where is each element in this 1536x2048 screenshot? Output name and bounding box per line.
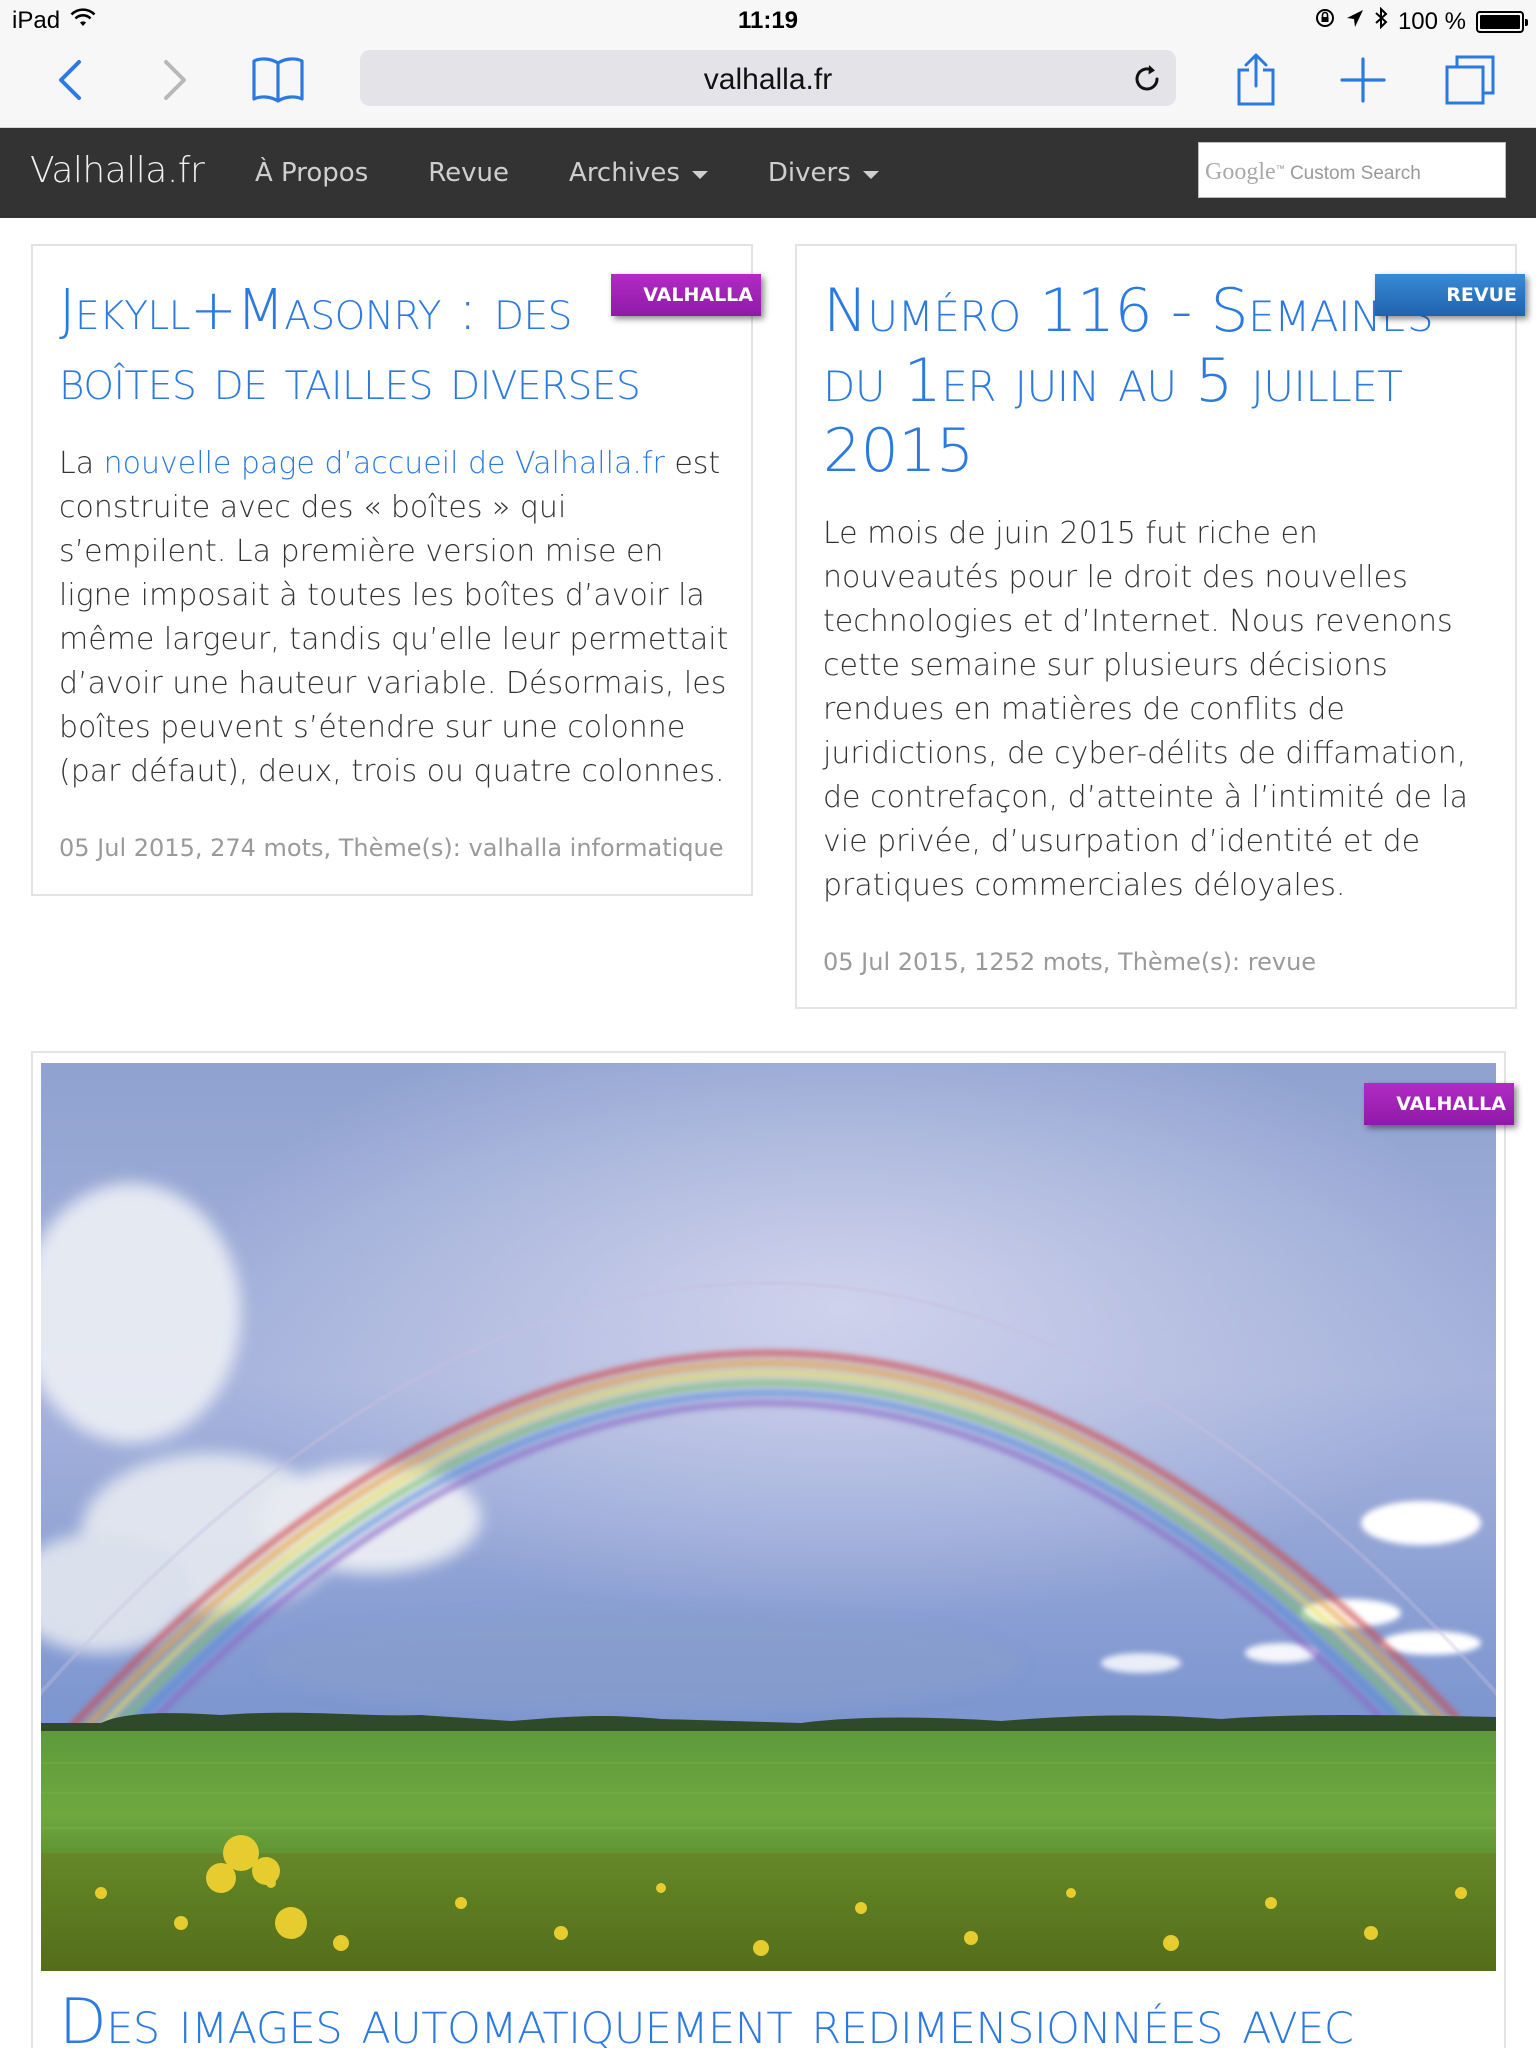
nav-label: Archives: [569, 158, 680, 188]
category-tag[interactable]: REVUE: [1375, 274, 1525, 316]
post-meta: 05 Jul 2015, 1252 mots, Thème(s): revue: [823, 948, 1317, 976]
nav-label: Revue: [428, 158, 510, 188]
new-tab-button[interactable]: [1333, 50, 1393, 110]
post-image-rainbow[interactable]: [41, 1063, 1496, 1971]
site-navbar: Valhalla.fr À Propos Revue Archives Dive…: [0, 128, 1536, 218]
category-tag[interactable]: VALHALLA: [1364, 1083, 1514, 1125]
rotation-lock-icon: [1314, 7, 1336, 36]
book-icon: [252, 57, 304, 103]
nav-item-divers[interactable]: Divers: [768, 158, 879, 188]
nav-links: À Propos Revue Archives Divers: [255, 158, 939, 188]
search-placeholder-text: Custom Search: [1289, 163, 1421, 184]
category-tag[interactable]: VALHALLA: [611, 274, 761, 316]
post-meta: 05 Jul 2015, 274 mots, Thème(s): valhall…: [59, 834, 724, 862]
post-card: VALHALLA Des images automatiquement redi…: [31, 1051, 1514, 2048]
caret-down-icon: [691, 171, 708, 179]
battery-icon: [1476, 10, 1528, 33]
nav-item-a-propos[interactable]: À Propos: [255, 158, 368, 188]
nav-label: Divers: [767, 158, 851, 188]
nav-item-archives[interactable]: Archives: [569, 158, 708, 188]
back-button[interactable]: [40, 50, 100, 110]
share-button[interactable]: [1226, 50, 1286, 110]
trademark-mark: ™: [1275, 163, 1285, 174]
plus-icon: [1340, 57, 1386, 103]
caret-down-icon: [862, 171, 879, 179]
location-arrow-icon: [1346, 8, 1364, 36]
reload-icon: [1135, 65, 1159, 91]
battery-percent: 100 %: [1397, 7, 1466, 35]
reload-button[interactable]: [1130, 62, 1164, 96]
clock: 11:19: [737, 7, 799, 34]
tabs-icon: [1445, 55, 1495, 105]
chevron-left-icon: [59, 60, 81, 100]
google-logo: Google: [1205, 159, 1276, 185]
url-text: valhalla.fr: [703, 63, 833, 96]
post-excerpt: La nouvelle page d’accueil de Valhalla.f…: [59, 442, 739, 794]
search-input[interactable]: Google™ Custom Search: [1198, 142, 1506, 198]
excerpt-link[interactable]: nouvelle page d’accueil de Valhalla.fr: [104, 446, 665, 481]
site-brand[interactable]: Valhalla.fr: [30, 150, 205, 191]
forward-button[interactable]: [145, 50, 205, 110]
post-title[interactable]: Des images automatiquement redimensionné…: [59, 1988, 1499, 2048]
excerpt-text: est construite avec des « boîtes » qui s…: [59, 446, 729, 789]
bluetooth-icon: [1374, 6, 1388, 36]
chevron-right-icon: [164, 60, 186, 100]
search-placeholder: Google™ Custom Search: [1205, 159, 1421, 186]
tabs-button[interactable]: [1440, 50, 1500, 110]
share-icon: [1237, 53, 1275, 106]
post-excerpt: Le mois de juin 2015 fut riche en nouvea…: [823, 516, 1469, 903]
nav-label: À Propos: [255, 158, 369, 188]
post-card: VALHALLA Jekyll+Masonry : des boîtes de …: [31, 244, 761, 896]
bookmarks-button[interactable]: [248, 50, 308, 110]
status-bar: iPad 11:19 100 %: [0, 0, 1536, 40]
post-card: REVUE Numéro 116 - Semaines du 1er juin …: [795, 244, 1525, 1009]
excerpt-text: La: [59, 446, 104, 481]
address-bar[interactable]: valhalla.fr: [360, 50, 1176, 106]
nav-item-revue[interactable]: Revue: [428, 158, 509, 188]
browser-toolbar: valhalla.fr: [0, 40, 1536, 128]
